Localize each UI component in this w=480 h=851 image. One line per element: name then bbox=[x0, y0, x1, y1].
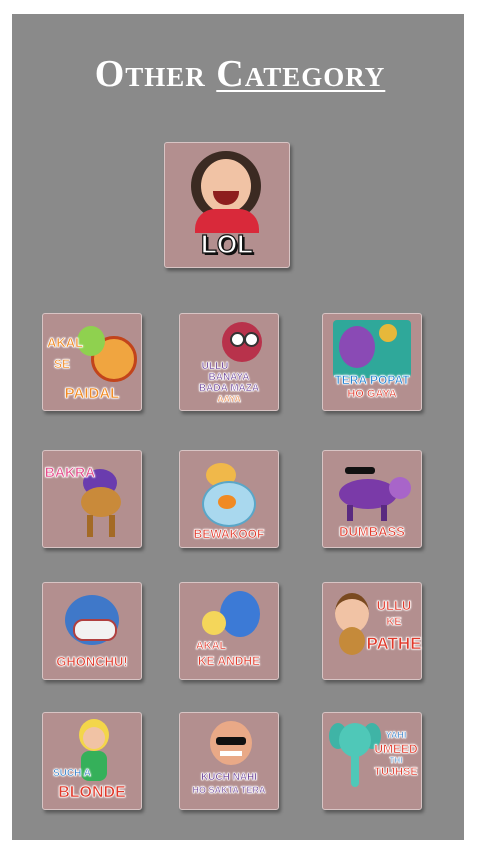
ghonchu-label: GHONCHU! bbox=[56, 654, 128, 669]
akal-label: AKAL bbox=[47, 335, 84, 350]
elephant-sticker-image: YAHI UMEED THI TUJHSE bbox=[323, 713, 421, 809]
bewakoof-label: BEWAKOOF bbox=[193, 527, 265, 541]
parrot-shape bbox=[379, 324, 397, 342]
aaya-label: AAYA bbox=[217, 394, 241, 404]
sticker-such-a-blonde-tile[interactable]: SUCH A BLONDE bbox=[42, 712, 142, 810]
goat-leg-right bbox=[109, 515, 115, 537]
tera-popat-label: TERA POPAT bbox=[334, 373, 410, 387]
sticker-ghonchu-tile[interactable]: GHONCHU! bbox=[42, 582, 142, 680]
teeth-shape bbox=[73, 619, 117, 641]
blonde-sticker-image: SUCH A BLONDE bbox=[43, 713, 141, 809]
title-second-word: Category bbox=[216, 53, 386, 95]
ke-label: KE bbox=[386, 616, 402, 628]
sticker-akal-se-paidal-tile[interactable]: AKAL SE PAIDAL bbox=[42, 313, 142, 411]
donkey-leg-left bbox=[347, 505, 353, 521]
sunglasses-shape bbox=[345, 467, 375, 474]
sticker-ullu-ke-pathe-tile[interactable]: ULLU KE PATHE bbox=[322, 582, 422, 680]
bada-maza-label: BADA MAZA bbox=[198, 383, 260, 394]
cat-character-shape bbox=[220, 591, 260, 637]
owl-eye-left bbox=[230, 332, 245, 347]
ullu-label-2: ULLU bbox=[376, 598, 412, 613]
kuch-nahi-sticker-image: KUCH NAHI HO SAKTA TERA bbox=[180, 713, 278, 809]
sticker-lol-tile[interactable]: LOL bbox=[164, 142, 290, 268]
thi-label: THI bbox=[389, 756, 403, 765]
bakra-label: BAKRA bbox=[44, 464, 96, 480]
purple-creature-shape bbox=[339, 326, 375, 368]
sticker-tera-popat-tile[interactable]: TERA POPAT HO GAYA bbox=[322, 313, 422, 411]
popat-sticker-image: TERA POPAT HO GAYA bbox=[323, 314, 421, 410]
ho-sakta-tera-label: HO SAKTA TERA bbox=[192, 785, 266, 795]
fish-shape bbox=[218, 495, 236, 509]
lol-label: LOL bbox=[200, 229, 253, 259]
snail-sticker-image: AKAL SE PAIDAL bbox=[43, 314, 141, 410]
donkey-leg-right bbox=[381, 505, 387, 521]
lol-sticker-image: LOL bbox=[165, 143, 289, 267]
goat-leg-left bbox=[87, 515, 93, 537]
such-a-label: SUCH A bbox=[53, 768, 92, 779]
owl-eye-right bbox=[244, 332, 259, 347]
star-burst-shape bbox=[202, 611, 226, 635]
tujhse-label: TUJHSE bbox=[374, 766, 418, 778]
kuch-nahi-label: KUCH NAHI bbox=[200, 772, 258, 783]
dumbass-label: DUMBASS bbox=[339, 524, 405, 539]
paidal-label: PAIDAL bbox=[64, 385, 120, 402]
banaya-label: BANAYA bbox=[208, 372, 250, 383]
se-label: SE bbox=[53, 357, 71, 371]
sticker-kuch-nahi-tile[interactable]: KUCH NAHI HO SAKTA TERA bbox=[179, 712, 279, 810]
blonde-face-shape bbox=[83, 727, 105, 749]
donkey-sticker-image: DUMBASS bbox=[323, 451, 421, 547]
sticker-dumbass-tile[interactable]: DUMBASS bbox=[322, 450, 422, 548]
andhe-sticker-image: AKAL KE ANDHE bbox=[180, 583, 278, 679]
sticker-akal-ke-andhe-tile[interactable]: AKAL KE ANDHE bbox=[179, 582, 279, 680]
sticker-bewakoof-tile[interactable]: BEWAKOOF bbox=[179, 450, 279, 548]
sticker-bakra-tile[interactable]: BAKRA bbox=[42, 450, 142, 548]
ho-gaya-label: HO GAYA bbox=[347, 388, 397, 400]
ghonchu-sticker-image: GHONCHU! bbox=[43, 583, 141, 679]
mustache-shape bbox=[220, 751, 242, 756]
yahi-label: YAHI bbox=[385, 730, 407, 740]
bowl-sticker-image: BEWAKOOF bbox=[180, 451, 278, 547]
ullu-label: ULLU bbox=[201, 361, 229, 372]
pathe-label: PATHE bbox=[366, 634, 422, 653]
owl-sticker-image: ULLU BANAYA BADA MAZA AAYA bbox=[180, 314, 278, 410]
donkey-head-shape bbox=[389, 477, 411, 499]
title-first-word: Other bbox=[94, 53, 206, 95]
goat-sticker-image: BAKRA bbox=[43, 451, 141, 547]
sticker-yahi-umeed-tile[interactable]: YAHI UMEED THI TUJHSE bbox=[322, 712, 422, 810]
goat-body-shape bbox=[81, 487, 121, 517]
glasses-shape bbox=[216, 737, 246, 745]
akal-label-2: AKAL bbox=[195, 640, 227, 652]
pathe-sticker-image: ULLU KE PATHE bbox=[323, 583, 422, 679]
page-title: Other Category bbox=[0, 52, 480, 96]
ke-andhe-label: KE ANDHE bbox=[197, 654, 261, 668]
blonde-label: BLONDE bbox=[58, 784, 126, 801]
sticker-ullu-banaya-tile[interactable]: ULLU BANAYA BADA MAZA AAYA bbox=[179, 313, 279, 411]
umeed-label: UMEED bbox=[374, 742, 418, 756]
